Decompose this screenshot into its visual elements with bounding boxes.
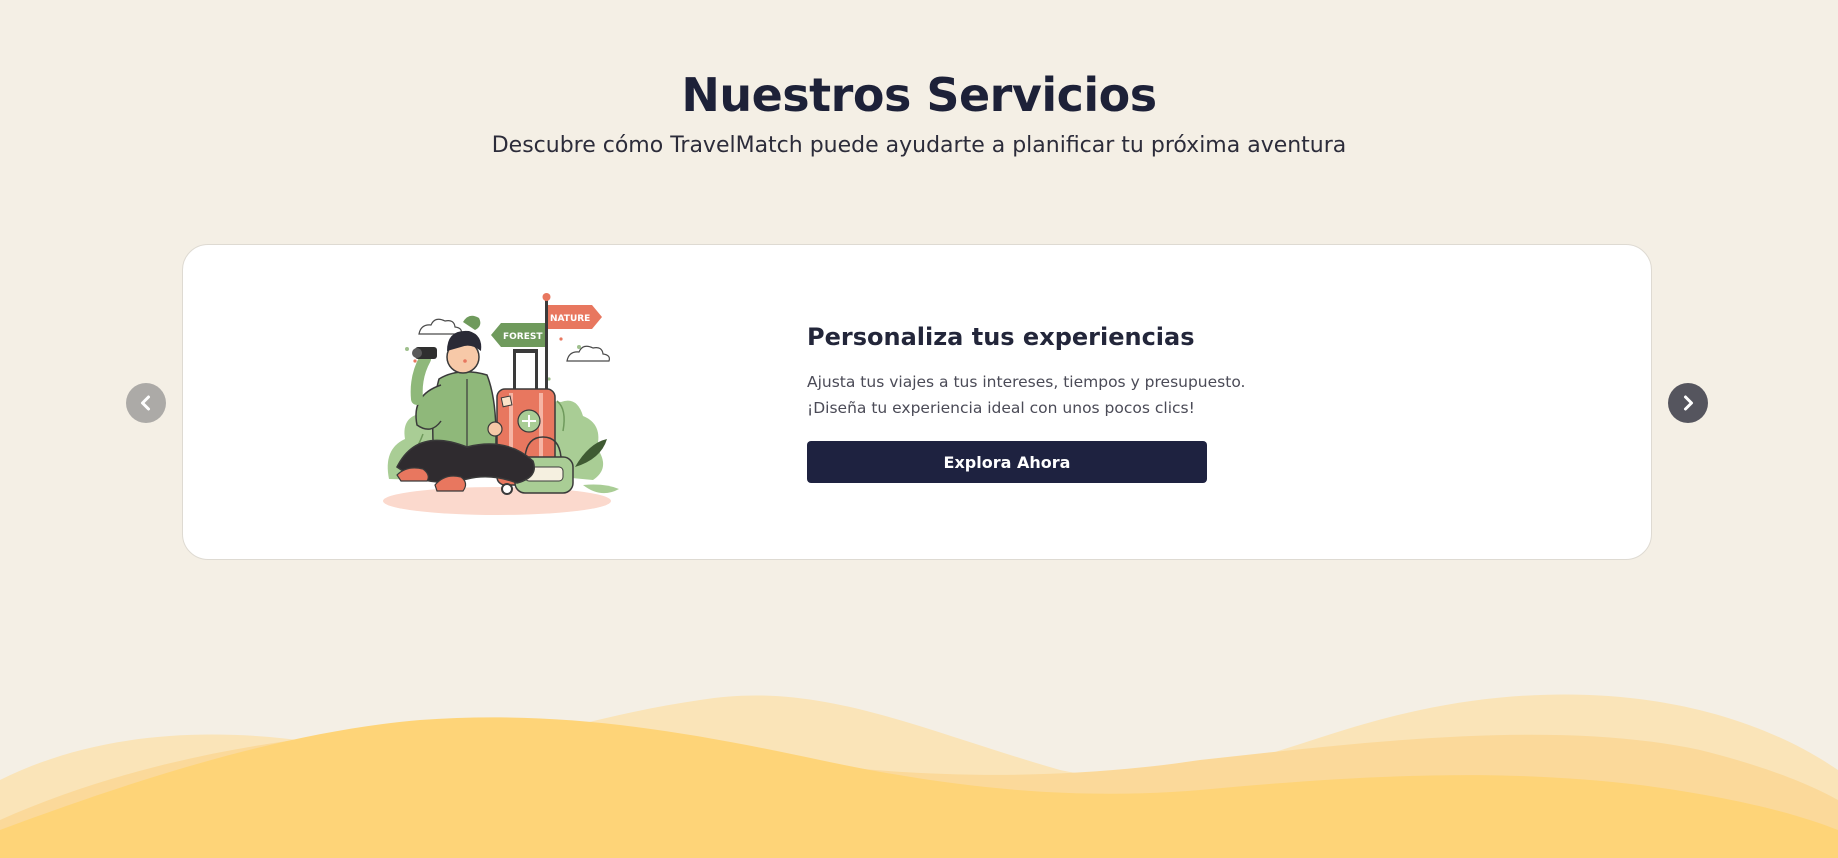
sign-nature: NATURE — [550, 314, 590, 324]
traveler-illustration: NATURE FOREST — [383, 293, 619, 515]
service-card: NATURE FOREST Personaliza tus experienci… — [182, 244, 1652, 560]
card-description: Ajusta tus viajes a tus intereses, tiemp… — [807, 369, 1287, 421]
decorative-waves — [0, 694, 1838, 858]
chevron-right-icon — [1684, 395, 1693, 411]
card-description-line-2: ¡Diseña tu experiencia ideal con unos po… — [807, 399, 1195, 417]
page-title: Nuestros Servicios — [681, 68, 1157, 122]
chevron-left-icon — [141, 395, 150, 411]
explore-now-button[interactable]: Explora Ahora — [807, 441, 1207, 483]
card-content: Personaliza tus experiencias Ajusta tus … — [807, 323, 1287, 483]
carousel-next-button[interactable] — [1668, 383, 1708, 423]
sign-forest: FOREST — [503, 332, 543, 342]
carousel-prev-button[interactable] — [126, 383, 166, 423]
card-description-line-1: Ajusta tus viajes a tus intereses, tiemp… — [807, 373, 1246, 391]
card-title: Personaliza tus experiencias — [807, 323, 1195, 351]
page-subtitle: Descubre cómo TravelMatch puede ayudarte… — [491, 133, 1347, 158]
